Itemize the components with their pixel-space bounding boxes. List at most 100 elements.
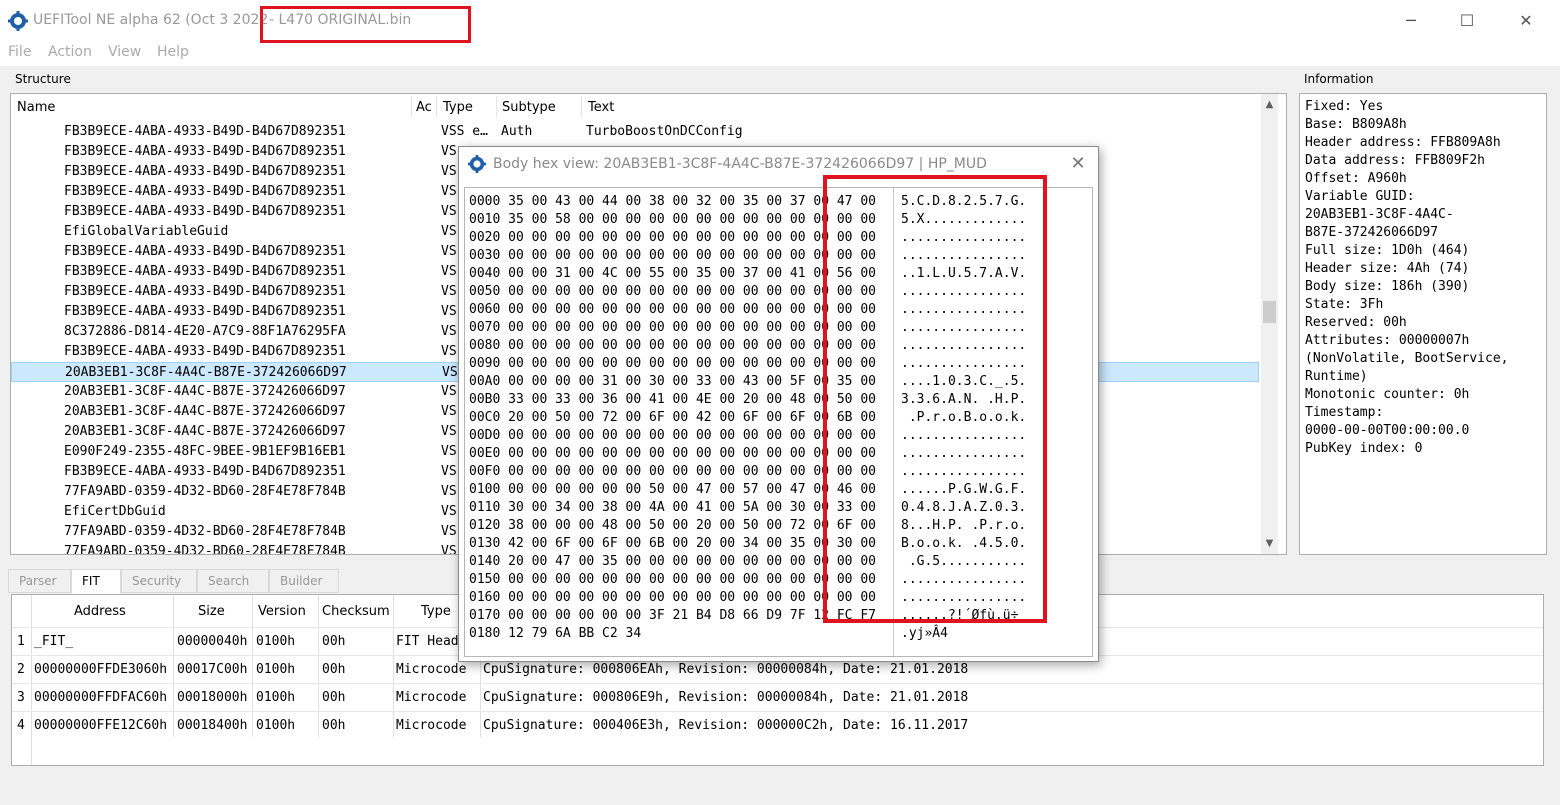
tree-row-type: VS xyxy=(442,365,458,380)
hex-line[interactable]: 00F0 00 00 00 00 00 00 00 00 00 00 00 00… xyxy=(469,463,876,481)
tree-row-type: VS xyxy=(441,244,457,259)
hex-line[interactable]: 00E0 00 00 00 00 00 00 00 00 00 00 00 00… xyxy=(469,445,876,463)
info-line: Timestamp: xyxy=(1305,405,1384,420)
tree-row-name: EfiGlobalVariableGuid xyxy=(64,224,229,239)
column-separator xyxy=(496,96,497,118)
info-line: Variable GUID: xyxy=(1305,189,1415,204)
fit-table-row[interactable]: 4 00000000FFE12C60h 00018400h 0100h 00h Micro… xyxy=(12,711,1543,739)
close-window-button[interactable]: ✕ xyxy=(1503,6,1549,36)
fit-cell-type: Microcode xyxy=(396,690,467,705)
column-separator xyxy=(411,96,412,118)
hex-line[interactable]: 0150 00 00 00 00 00 00 00 00 00 00 00 00… xyxy=(469,571,876,589)
ascii-line[interactable]: .yj»Â4 xyxy=(901,625,948,643)
tab-security[interactable]: Security xyxy=(121,569,197,593)
hex-line[interactable]: 0140 20 00 47 00 35 00 00 00 00 00 00 00… xyxy=(469,553,876,571)
hex-line[interactable]: 00C0 20 00 50 00 72 00 6F 00 42 00 6F 00… xyxy=(469,409,876,427)
tree-row-name: 20AB3EB1-3C8F-4A4C-B87E-372426066D97 xyxy=(64,384,346,399)
info-line: B87E-372426066D97 xyxy=(1305,225,1439,240)
tree-row-name: 20AB3EB1-3C8F-4A4C-B87E-372426066D97 xyxy=(64,424,346,439)
hex-line[interactable]: 0070 00 00 00 00 00 00 00 00 00 00 00 00… xyxy=(469,319,876,337)
tab-search[interactable]: Search xyxy=(197,569,269,593)
hex-line[interactable]: 0110 30 00 34 00 38 00 4A 00 41 00 5A 00… xyxy=(469,499,876,517)
hex-line[interactable]: 0040 00 00 31 00 4C 00 55 00 35 00 37 00… xyxy=(469,265,876,283)
maximize-button[interactable]: ☐ xyxy=(1444,6,1490,36)
tree-row-name: 20AB3EB1-3C8F-4A4C-B87E-372426066D97 xyxy=(65,365,347,380)
info-line: Base: B809A8h xyxy=(1305,117,1407,132)
information-panel: Fixed: Yes Base: B809A8h Header address: F… xyxy=(1299,93,1547,555)
fit-cell-checksum: 00h xyxy=(322,690,346,705)
tree-row-text: TurboBoostOnDCConfig xyxy=(586,124,743,139)
menu-file[interactable]: File xyxy=(8,44,31,60)
menu-bar: File Action View Help xyxy=(0,42,1560,66)
fit-cell-checksum: 00h xyxy=(322,634,346,649)
fit-row-number: 4 xyxy=(17,718,25,733)
tree-row-type: VS xyxy=(441,164,457,179)
hex-line[interactable]: 0000 35 00 43 00 44 00 38 00 32 00 35 00… xyxy=(469,193,876,211)
menu-help[interactable]: Help xyxy=(157,44,189,60)
tab-fit[interactable]: FIT xyxy=(71,569,121,594)
info-line: State: 3Fh xyxy=(1305,297,1384,312)
tree-row-name: 20AB3EB1-3C8F-4A4C-B87E-372426066D97 xyxy=(64,404,346,419)
hex-line[interactable]: 0020 00 00 00 00 00 00 00 00 00 00 00 00… xyxy=(469,229,876,247)
column-action-header[interactable]: Ac xyxy=(416,100,432,115)
red-annotation-box xyxy=(260,6,471,43)
column-name-header[interactable]: Name xyxy=(17,100,55,115)
fit-table-row[interactable]: 3 00000000FFDFAC60h 00018000h 0100h 00h Micro… xyxy=(12,683,1543,711)
tree-row-name: FB3B9ECE-4ABA-4933-B49D-B4D67D892351 xyxy=(64,264,346,279)
title-bar: UEFITool NE alpha 62 (Oct 3 2022 - L470 … xyxy=(0,0,1560,42)
hex-line[interactable]: 0050 00 00 00 00 00 00 00 00 00 00 00 00… xyxy=(469,283,876,301)
hex-line[interactable]: 0170 00 00 00 00 00 00 3F 21 B4 D8 66 D9… xyxy=(469,607,876,625)
info-line: Runtime) xyxy=(1305,369,1368,384)
hex-line[interactable]: 0160 00 00 00 00 00 00 00 00 00 00 00 00… xyxy=(469,589,876,607)
hex-line[interactable]: 0090 00 00 00 00 00 00 00 00 00 00 00 00… xyxy=(469,355,876,373)
structure-scrollbar[interactable]: ▲ ▼ xyxy=(1261,94,1278,554)
hex-line[interactable]: 0010 35 00 58 00 00 00 00 00 00 00 00 00… xyxy=(469,211,876,229)
hex-line[interactable]: 0180 12 79 6A BB C2 34 xyxy=(469,625,641,643)
hex-dialog-close-button[interactable]: ✕ xyxy=(1063,151,1093,177)
tree-row-name: FB3B9ECE-4ABA-4933-B49D-B4D67D892351 xyxy=(64,204,346,219)
tree-row-name: FB3B9ECE-4ABA-4933-B49D-B4D67D892351 xyxy=(64,344,346,359)
column-text-header[interactable]: Text xyxy=(588,100,614,115)
hex-line[interactable]: 0060 00 00 00 00 00 00 00 00 00 00 00 00… xyxy=(469,301,876,319)
menu-view[interactable]: View xyxy=(108,44,141,60)
scroll-down-arrow-icon[interactable]: ▼ xyxy=(1261,535,1278,552)
minimize-button[interactable]: ─ xyxy=(1388,6,1434,36)
tab-parser[interactable]: Parser xyxy=(8,569,71,593)
uefitool-gear-icon xyxy=(468,155,486,173)
info-line: Full size: 1D0h (464) xyxy=(1305,243,1470,258)
hex-line[interactable]: 00D0 00 00 00 00 00 00 00 00 00 00 00 00… xyxy=(469,427,876,445)
hex-line[interactable]: 00A0 00 00 00 00 31 00 30 00 33 00 43 00… xyxy=(469,373,876,391)
fit-cell-info: CpuSignature: 000406E3h, Revision: 00000… xyxy=(483,718,969,733)
hex-line[interactable]: 0130 42 00 6F 00 6F 00 6B 00 20 00 34 00… xyxy=(469,535,876,553)
tree-row-name: FB3B9ECE-4ABA-4933-B49D-B4D67D892351 xyxy=(64,284,346,299)
tree-row-name: FB3B9ECE-4ABA-4933-B49D-B4D67D892351 xyxy=(64,184,346,199)
fit-cell-version: 0100h xyxy=(256,690,296,705)
tree-row-subtype: Auth xyxy=(501,124,533,139)
hex-line[interactable]: 0120 38 00 00 00 48 00 50 00 20 00 50 00… xyxy=(469,517,876,535)
hex-line[interactable]: 0080 00 00 00 00 00 00 00 00 00 00 00 00… xyxy=(469,337,876,355)
hex-line[interactable]: 0030 00 00 00 00 00 00 00 00 00 00 00 00… xyxy=(469,247,876,265)
red-annotation-box xyxy=(823,175,1047,623)
tree-row[interactable]: FB3B9ECE-4ABA-4933-B49D-B4D67D892351 VSS … xyxy=(11,122,1259,142)
column-subtype-header[interactable]: Subtype xyxy=(502,100,556,115)
hex-line[interactable]: 00B0 33 00 33 00 36 00 41 00 4E 00 20 00… xyxy=(469,391,876,409)
tree-row-name: E090F249-2355-48FC-9BEE-9B1EF9B16EB1 xyxy=(64,444,346,459)
column-type-header[interactable]: Type xyxy=(443,100,473,115)
scroll-up-arrow-icon[interactable]: ▲ xyxy=(1261,96,1278,113)
tree-row-type: VS xyxy=(441,524,457,539)
info-line: Data address: FFB809F2h xyxy=(1305,153,1486,168)
fit-cell-address: 00000000FFDE3060h xyxy=(34,662,168,677)
info-line: 0000-00-00T00:00:00.0 xyxy=(1305,423,1470,438)
fit-cell-size: 00017C00h xyxy=(177,662,248,677)
tree-row-type: VS xyxy=(441,344,457,359)
tree-row-type: VS xyxy=(441,204,457,219)
tree-row-name: FB3B9ECE-4ABA-4933-B49D-B4D67D892351 xyxy=(64,164,346,179)
fit-cell-version: 0100h xyxy=(256,718,296,733)
hex-line[interactable]: 0100 00 00 00 00 00 00 50 00 47 00 57 00… xyxy=(469,481,876,499)
tab-builder[interactable]: Builder xyxy=(269,569,339,593)
info-line: Header size: 4Ah (74) xyxy=(1305,261,1470,276)
scroll-thumb[interactable] xyxy=(1263,301,1276,323)
column-separator xyxy=(581,96,582,118)
tree-row-type: VS xyxy=(441,424,457,439)
menu-action[interactable]: Action xyxy=(48,44,92,60)
